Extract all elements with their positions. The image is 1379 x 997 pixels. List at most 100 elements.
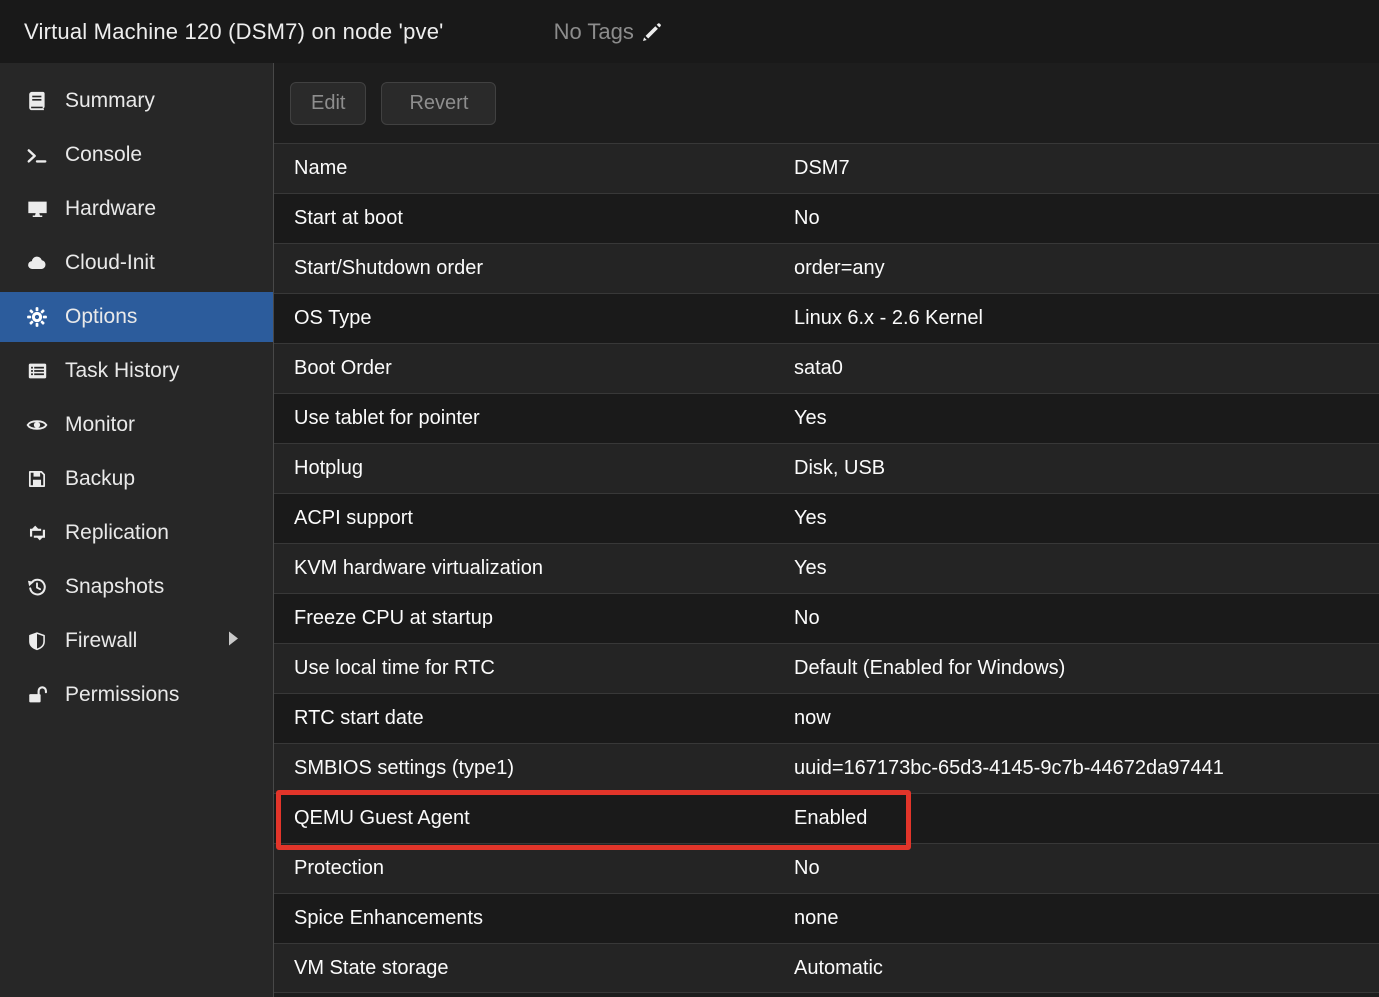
options-panel: Edit Revert NameDSM7 Start at bootNo Sta…: [274, 63, 1379, 997]
option-label: Hotplug: [274, 457, 794, 480]
sidebar-item-label: Hardware: [65, 197, 156, 221]
proxmox-app: Virtual Machine 120 (DSM7) on node 'pve'…: [0, 0, 1379, 997]
sidebar-item-monitor[interactable]: Monitor: [0, 400, 273, 450]
option-row-qemu-guest-agent[interactable]: QEMU Guest AgentEnabled: [274, 793, 1379, 843]
sidebar-item-options[interactable]: Options: [0, 292, 273, 342]
option-row-startup-order[interactable]: Start/Shutdown orderorder=any: [274, 243, 1379, 293]
option-row-localtime-rtc[interactable]: Use local time for RTCDefault (Enabled f…: [274, 643, 1379, 693]
option-label: Use local time for RTC: [274, 657, 794, 680]
shield-icon: [24, 629, 50, 653]
gear-icon: [24, 305, 50, 329]
sidebar-item-label: Backup: [65, 467, 135, 491]
option-label: SMBIOS settings (type1): [274, 757, 794, 780]
option-row-kvm[interactable]: KVM hardware virtualizationYes: [274, 543, 1379, 593]
sidebar-item-permissions[interactable]: Permissions: [0, 670, 273, 720]
eye-icon: [24, 413, 50, 437]
desktop-icon: [24, 197, 50, 221]
revert-button[interactable]: Revert: [381, 82, 496, 125]
options-table: NameDSM7 Start at bootNo Start/Shutdown …: [274, 143, 1379, 993]
sidebar-item-cloud-init[interactable]: Cloud-Init: [0, 238, 273, 288]
option-row-start-at-boot[interactable]: Start at bootNo: [274, 193, 1379, 243]
sidebar-item-label: Firewall: [65, 629, 137, 653]
sidebar-item-label: Snapshots: [65, 575, 164, 599]
sidebar-item-label: Monitor: [65, 413, 135, 437]
option-row-smbios[interactable]: SMBIOS settings (type1)uuid=167173bc-65d…: [274, 743, 1379, 793]
sidebar-item-firewall[interactable]: Firewall: [0, 616, 273, 666]
option-label: Start at boot: [274, 207, 794, 230]
sidebar-item-label: Cloud-Init: [65, 251, 155, 275]
option-value: Yes: [794, 507, 1379, 530]
option-label: VM State storage: [274, 957, 794, 980]
vm-menu-sidebar: Summary Console Hardware Cloud-Init: [0, 63, 274, 997]
option-value: Default (Enabled for Windows): [794, 657, 1379, 680]
page-title: Virtual Machine 120 (DSM7) on node 'pve': [24, 19, 444, 45]
option-value: none: [794, 907, 1379, 930]
option-value: Enabled: [794, 807, 1379, 830]
option-row-os-type[interactable]: OS TypeLinux 6.x - 2.6 Kernel: [274, 293, 1379, 343]
option-value: No: [794, 607, 1379, 630]
sidebar-item-console[interactable]: Console: [0, 130, 273, 180]
option-row-acpi[interactable]: ACPI supportYes: [274, 493, 1379, 543]
option-value: Automatic: [794, 957, 1379, 980]
option-row-vm-state-storage[interactable]: VM State storageAutomatic: [274, 943, 1379, 993]
option-value: No: [794, 857, 1379, 880]
main-split: Summary Console Hardware Cloud-Init: [0, 63, 1379, 997]
option-label: Use tablet for pointer: [274, 407, 794, 430]
tags-edit-area[interactable]: No Tags: [554, 19, 664, 45]
option-row-protection[interactable]: ProtectionNo: [274, 843, 1379, 893]
option-value: Disk, USB: [794, 457, 1379, 480]
no-tags-label: No Tags: [554, 19, 634, 45]
option-value: order=any: [794, 257, 1379, 280]
sidebar-item-snapshots[interactable]: Snapshots: [0, 562, 273, 612]
option-row-rtc-start-date[interactable]: RTC start datenow: [274, 693, 1379, 743]
unlock-icon: [24, 683, 50, 707]
cloud-icon: [24, 251, 50, 275]
option-label: Start/Shutdown order: [274, 257, 794, 280]
sidebar-item-label: Options: [65, 305, 137, 329]
option-label: Boot Order: [274, 357, 794, 380]
retweet-icon: [24, 521, 50, 545]
book-icon: [24, 89, 50, 113]
option-label: Protection: [274, 857, 794, 880]
option-label: Freeze CPU at startup: [274, 607, 794, 630]
option-label: Spice Enhancements: [274, 907, 794, 930]
vm-header: Virtual Machine 120 (DSM7) on node 'pve'…: [0, 0, 1379, 63]
sidebar-item-label: Summary: [65, 89, 155, 113]
option-label: OS Type: [274, 307, 794, 330]
option-value: Yes: [794, 407, 1379, 430]
sidebar-item-label: Replication: [65, 521, 169, 545]
sidebar-item-task-history[interactable]: Task History: [0, 346, 273, 396]
option-label: ACPI support: [274, 507, 794, 530]
option-value: uuid=167173bc-65d3-4145-9c7b-44672da9744…: [794, 757, 1379, 780]
option-row-name[interactable]: NameDSM7: [274, 143, 1379, 193]
option-value: DSM7: [794, 157, 1379, 180]
option-row-boot-order[interactable]: Boot Ordersata0: [274, 343, 1379, 393]
list-icon: [24, 359, 50, 383]
option-row-hotplug[interactable]: HotplugDisk, USB: [274, 443, 1379, 493]
sidebar-item-hardware[interactable]: Hardware: [0, 184, 273, 234]
history-icon: [24, 575, 50, 599]
option-value: now: [794, 707, 1379, 730]
option-label: KVM hardware virtualization: [274, 557, 794, 580]
edit-button[interactable]: Edit: [290, 82, 366, 125]
pencil-icon[interactable]: [640, 20, 664, 44]
option-row-spice[interactable]: Spice Enhancementsnone: [274, 893, 1379, 943]
option-value: No: [794, 207, 1379, 230]
sidebar-item-backup[interactable]: Backup: [0, 454, 273, 504]
option-row-tablet-pointer[interactable]: Use tablet for pointerYes: [274, 393, 1379, 443]
floppy-icon: [24, 467, 50, 491]
option-label: QEMU Guest Agent: [274, 807, 794, 830]
sidebar-item-label: Permissions: [65, 683, 179, 707]
option-label: Name: [274, 157, 794, 180]
option-value: sata0: [794, 357, 1379, 380]
option-row-freeze-cpu[interactable]: Freeze CPU at startupNo: [274, 593, 1379, 643]
option-value: Yes: [794, 557, 1379, 580]
chevron-right-icon: [228, 631, 239, 651]
sidebar-item-replication[interactable]: Replication: [0, 508, 273, 558]
option-label: RTC start date: [274, 707, 794, 730]
sidebar-item-summary[interactable]: Summary: [0, 76, 273, 126]
sidebar-item-label: Console: [65, 143, 142, 167]
terminal-icon: [24, 143, 50, 167]
options-toolbar: Edit Revert: [274, 63, 1379, 143]
sidebar-item-label: Task History: [65, 359, 179, 383]
